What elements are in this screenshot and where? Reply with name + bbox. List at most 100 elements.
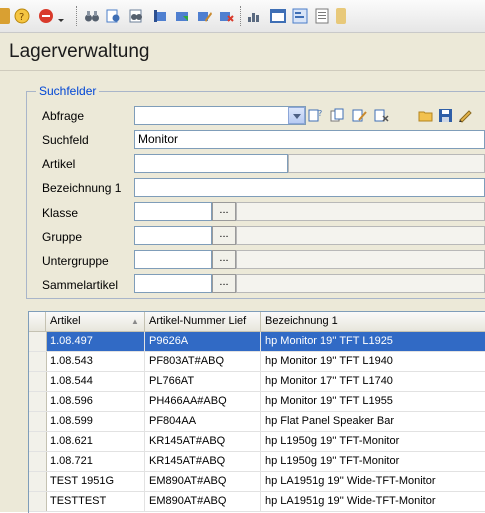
dropdown-arrow-icon[interactable] (56, 8, 66, 24)
row-header[interactable] (29, 352, 47, 371)
help-icon[interactable]: ? (14, 8, 30, 24)
query-edit-icon[interactable] (352, 108, 367, 123)
table-row[interactable]: 1.08.599 PF804AA hp Flat Panel Speaker Bar (29, 412, 485, 432)
row-header[interactable] (29, 432, 47, 451)
table-row[interactable]: TESTTEST EM890AT#ABQ hp LA1951g 19'' Wide-… (29, 492, 485, 512)
record-edit-icon[interactable] (196, 8, 212, 24)
table-cell: hp LA1951g 19'' Wide-TFT-Monitor (261, 492, 485, 511)
column-header-label: Artikel (50, 315, 81, 327)
svg-text:?: ? (19, 12, 24, 23)
klasse-browse-button[interactable]: ... (212, 202, 236, 221)
record-delete-icon[interactable] (218, 8, 234, 24)
column-header-artikel[interactable]: Artikel ▲ (46, 312, 145, 331)
table-row[interactable]: 1.08.543 PF803AT#ABQ hp Monitor 19'' TFT L… (29, 352, 485, 372)
row-header[interactable] (29, 372, 47, 391)
sammelartikel-browse-button[interactable]: ... (212, 274, 236, 293)
table-cell: TEST 1951G (46, 472, 145, 491)
untergruppe-description-field (236, 250, 485, 269)
klasse-description-field (236, 202, 485, 221)
table-cell: hp LA1951g 19'' Wide-TFT-Monitor (261, 472, 485, 491)
table-cell: 1.08.596 (46, 392, 145, 411)
sammelartikel-description-field (236, 274, 485, 293)
table-cell: EM890AT#ABQ (145, 492, 261, 511)
find-replace-icon[interactable] (106, 8, 122, 24)
table-cell: KR145AT#ABQ (145, 452, 261, 471)
gruppe-browse-button[interactable]: ... (212, 226, 236, 245)
sammelartikel-label: Sammelartikel (42, 278, 119, 292)
svg-text:?: ? (318, 109, 322, 118)
partial-right-icon[interactable] (336, 8, 346, 24)
grid-corner (29, 312, 46, 331)
untergruppe-input[interactable] (134, 250, 212, 269)
table-row[interactable]: TEST 1951G EM890AT#ABQ hp LA1951g 19'' Wid… (29, 472, 485, 492)
row-header[interactable] (29, 392, 47, 411)
table-cell: PL766AT (145, 372, 261, 391)
query-new-icon[interactable]: ? (308, 108, 323, 123)
suchfeld-input[interactable]: Monitor (134, 130, 485, 149)
binoculars-icon[interactable] (84, 8, 100, 24)
toolbar-separator (240, 6, 242, 26)
window-icon[interactable] (270, 8, 286, 24)
search-group-legend: Suchfelder (36, 84, 100, 98)
table-cell: PF804AA (145, 412, 261, 431)
klasse-label: Klasse (42, 206, 79, 220)
table-row[interactable]: 1.08.721 KR145AT#ABQ hp L1950g 19'' TFT-Mo… (29, 452, 485, 472)
form-icon[interactable] (292, 8, 308, 24)
bezeichnung-input[interactable] (134, 178, 485, 197)
find-all-icon[interactable] (128, 8, 144, 24)
table-cell: hp Flat Panel Speaker Bar (261, 412, 485, 431)
table-cell: hp Monitor 19'' TFT L1940 (261, 352, 485, 371)
untergruppe-browse-button[interactable]: ... (212, 250, 236, 269)
pencil-icon[interactable] (458, 108, 473, 123)
abfrage-dropdown-button[interactable] (288, 107, 305, 124)
suchfeld-label: Suchfeld (42, 133, 89, 147)
abfrage-label: Abfrage (42, 109, 85, 123)
open-folder-icon[interactable] (418, 108, 433, 123)
artikel-label: Artikel (42, 157, 76, 171)
table-cell: 1.08.497 (46, 332, 145, 351)
partial-icon[interactable] (0, 8, 10, 24)
row-header[interactable] (29, 452, 47, 471)
table-cell: PH466AA#ABQ (145, 392, 261, 411)
column-header-artikel-nummer-lief[interactable]: Artikel-Nummer Lief (145, 312, 261, 331)
column-header-bezeichnung[interactable]: Bezeichnung 1 (261, 312, 485, 331)
table-cell: hp Monitor 19'' TFT L1955 (261, 392, 485, 411)
artikel-description-field (288, 154, 485, 173)
table-row[interactable]: 1.08.596 PH466AA#ABQ hp Monitor 19'' TFT L… (29, 392, 485, 412)
sammelartikel-input[interactable] (134, 274, 212, 293)
table-cell: 1.08.599 (46, 412, 145, 431)
row-header[interactable] (29, 492, 47, 511)
stop-icon[interactable] (38, 8, 54, 24)
bezeichnung-label: Bezeichnung 1 (42, 181, 122, 195)
save-icon[interactable] (438, 108, 453, 123)
table-row[interactable]: 1.08.544 PL766AT hp Monitor 17'' TFT L1740 (29, 372, 485, 392)
table-cell: P9626A (145, 332, 261, 351)
klasse-input[interactable] (134, 202, 212, 221)
results-grid: Artikel ▲ Artikel-Nummer Lief Bezeichnun… (28, 311, 485, 513)
table-cell: 1.08.543 (46, 352, 145, 371)
report-icon[interactable] (314, 8, 330, 24)
table-cell: 1.08.721 (46, 452, 145, 471)
query-copy-icon[interactable] (330, 108, 345, 123)
row-header[interactable] (29, 472, 47, 491)
chart-icon[interactable] (246, 8, 262, 24)
table-cell: EM890AT#ABQ (145, 472, 261, 491)
sort-ascending-icon: ▲ (131, 317, 139, 326)
query-delete-icon[interactable] (374, 108, 389, 123)
gruppe-input[interactable] (134, 226, 212, 245)
row-header[interactable] (29, 332, 47, 351)
table-cell: KR145AT#ABQ (145, 432, 261, 451)
table-row[interactable]: 1.08.621 KR145AT#ABQ hp L1950g 19'' TFT-Mo… (29, 432, 485, 452)
untergruppe-label: Untergruppe (42, 254, 109, 268)
record-first-icon[interactable] (152, 8, 168, 24)
table-cell: TESTTEST (46, 492, 145, 511)
gruppe-description-field (236, 226, 485, 245)
table-cell: 1.08.544 (46, 372, 145, 391)
table-cell: 1.08.621 (46, 432, 145, 451)
abfrage-combo[interactable] (134, 106, 306, 125)
row-header[interactable] (29, 412, 47, 431)
artikel-input[interactable] (134, 154, 288, 173)
record-next-icon[interactable] (174, 8, 190, 24)
table-row[interactable]: 1.08.497 P9626A hp Monitor 19'' TFT L1925 (29, 332, 485, 352)
table-cell: hp Monitor 17'' TFT L1740 (261, 372, 485, 391)
